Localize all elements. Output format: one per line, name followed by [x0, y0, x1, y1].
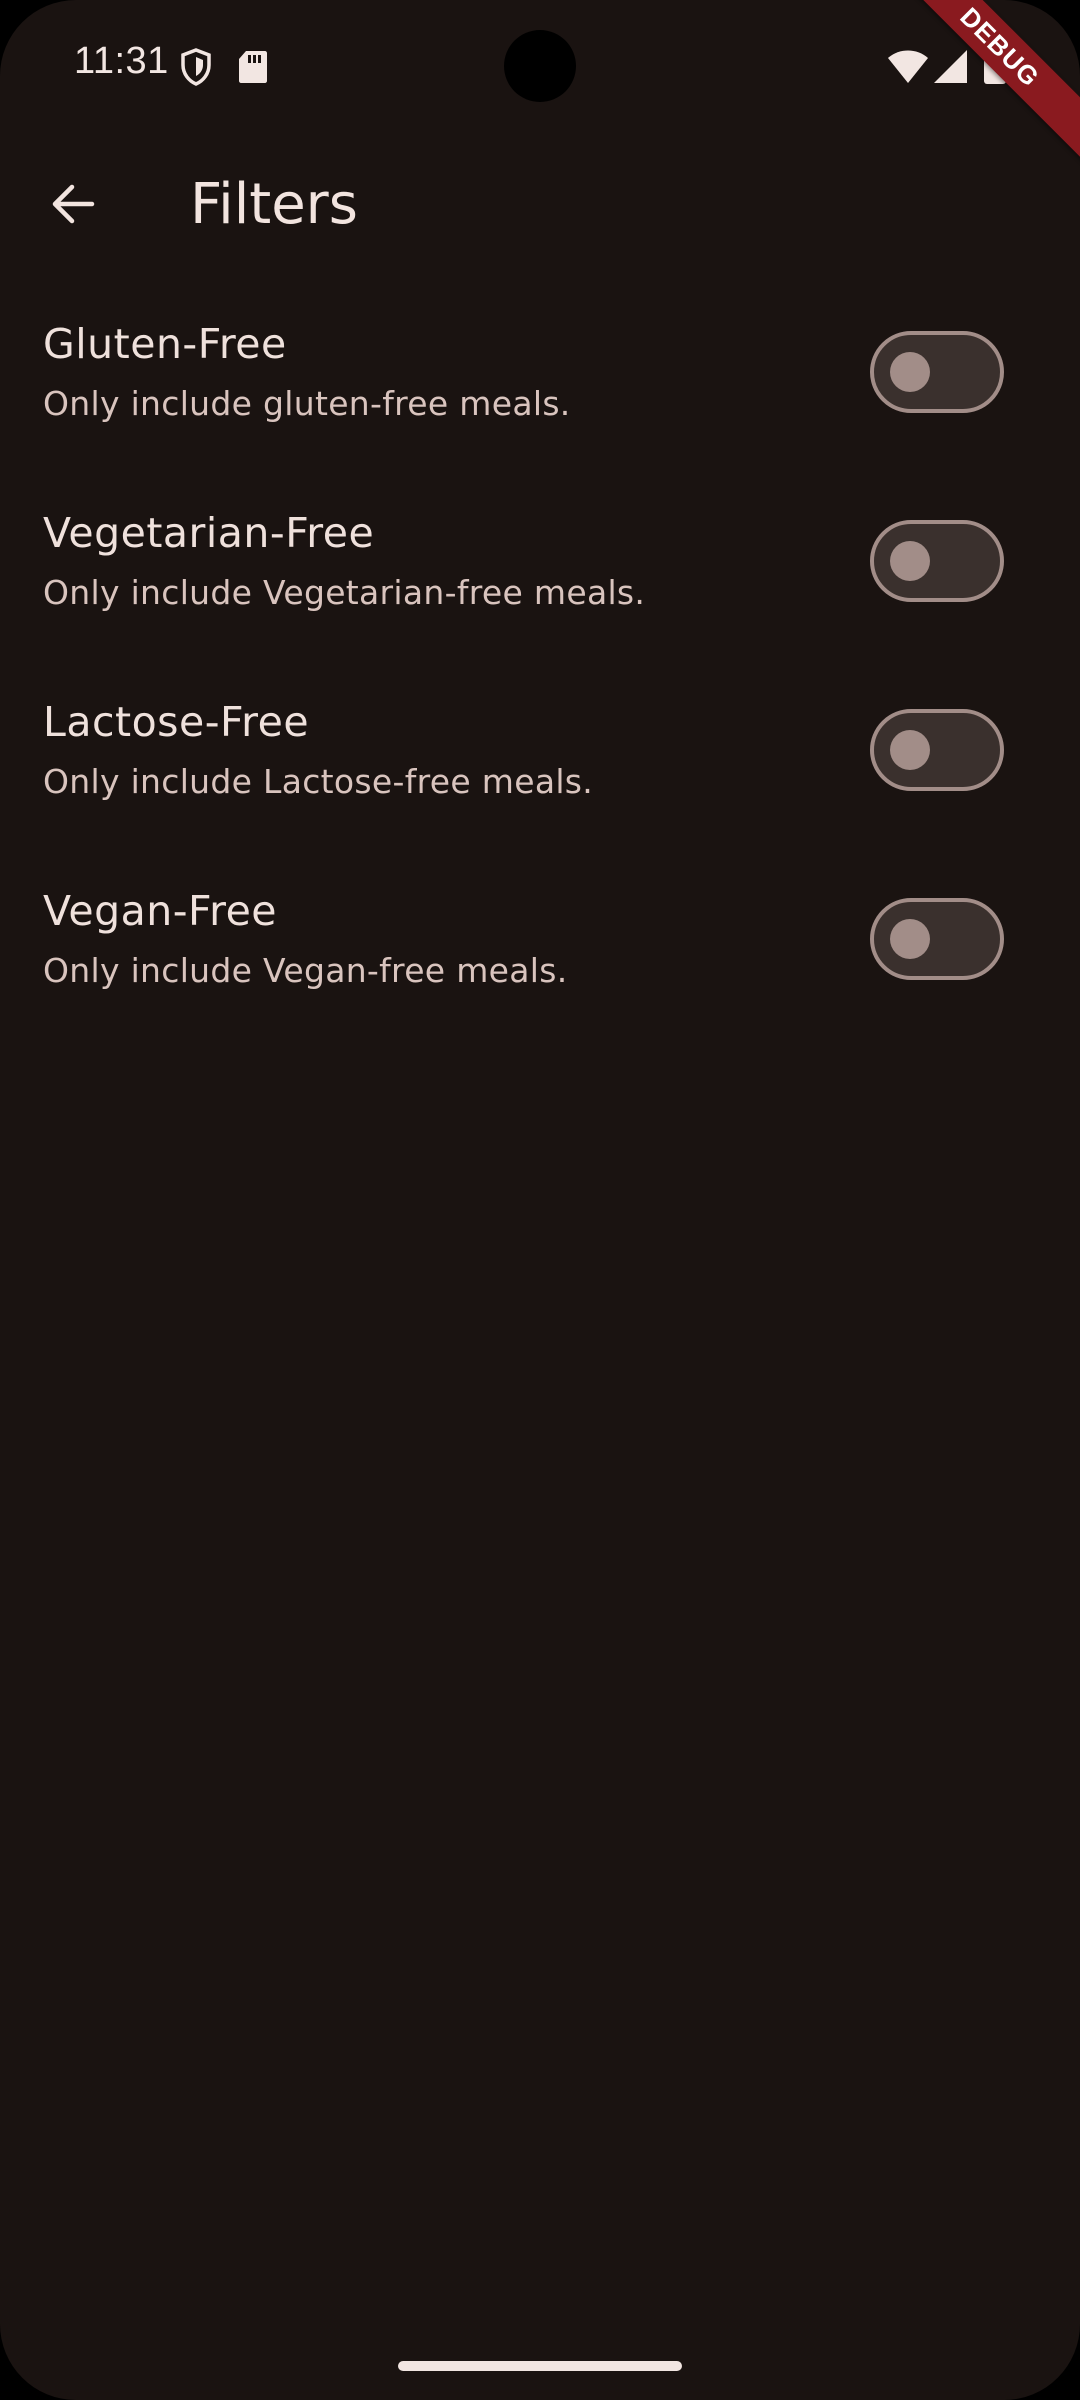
- filter-item-lactose-free[interactable]: Lactose-Free Only include Lactose-free m…: [0, 678, 1080, 867]
- filter-title: Vegetarian-Free: [43, 509, 375, 557]
- filter-title: Lactose-Free: [43, 698, 310, 746]
- home-indicator[interactable]: [398, 2361, 682, 2371]
- filter-title: Vegan-Free: [43, 887, 278, 935]
- filter-subtitle: Only include gluten-free meals.: [43, 384, 571, 423]
- status-time: 11:31: [74, 40, 169, 82]
- page-title: Filters: [190, 172, 358, 237]
- status-bar: 11:31 DEBUG: [0, 0, 1080, 168]
- filter-title: Gluten-Free: [43, 320, 287, 368]
- vegan-free-switch[interactable]: [870, 898, 1004, 980]
- switch-thumb: [890, 919, 930, 959]
- arrow-back-icon: [48, 180, 96, 233]
- lactose-free-switch[interactable]: [870, 709, 1004, 791]
- filter-item-vegan-free[interactable]: Vegan-Free Only include Vegan-free meals…: [0, 867, 1080, 1056]
- filter-subtitle: Only include Lactose-free meals.: [43, 762, 594, 801]
- switch-thumb: [890, 352, 930, 392]
- gluten-free-switch[interactable]: [870, 331, 1004, 413]
- vegetarian-free-switch[interactable]: [870, 520, 1004, 602]
- camera-cutout: [504, 30, 576, 102]
- filter-subtitle: Only include Vegan-free meals.: [43, 951, 568, 990]
- filter-item-vegetarian-free[interactable]: Vegetarian-Free Only include Vegetarian-…: [0, 489, 1080, 678]
- shield-icon: [180, 48, 212, 91]
- filter-item-gluten-free[interactable]: Gluten-Free Only include gluten-free mea…: [0, 300, 1080, 489]
- filter-list: Gluten-Free Only include gluten-free mea…: [0, 300, 1080, 1056]
- sd-card-icon: [238, 50, 268, 89]
- back-button[interactable]: [36, 170, 108, 242]
- cellular-signal-icon: [934, 48, 968, 89]
- app-bar: Filters: [0, 150, 1080, 262]
- screen: 11:31 DEBUG Filters Gluten-Free Only inc…: [0, 0, 1080, 2400]
- wifi-icon: [888, 50, 928, 89]
- switch-thumb: [890, 541, 930, 581]
- filter-subtitle: Only include Vegetarian-free meals.: [43, 573, 646, 612]
- switch-thumb: [890, 730, 930, 770]
